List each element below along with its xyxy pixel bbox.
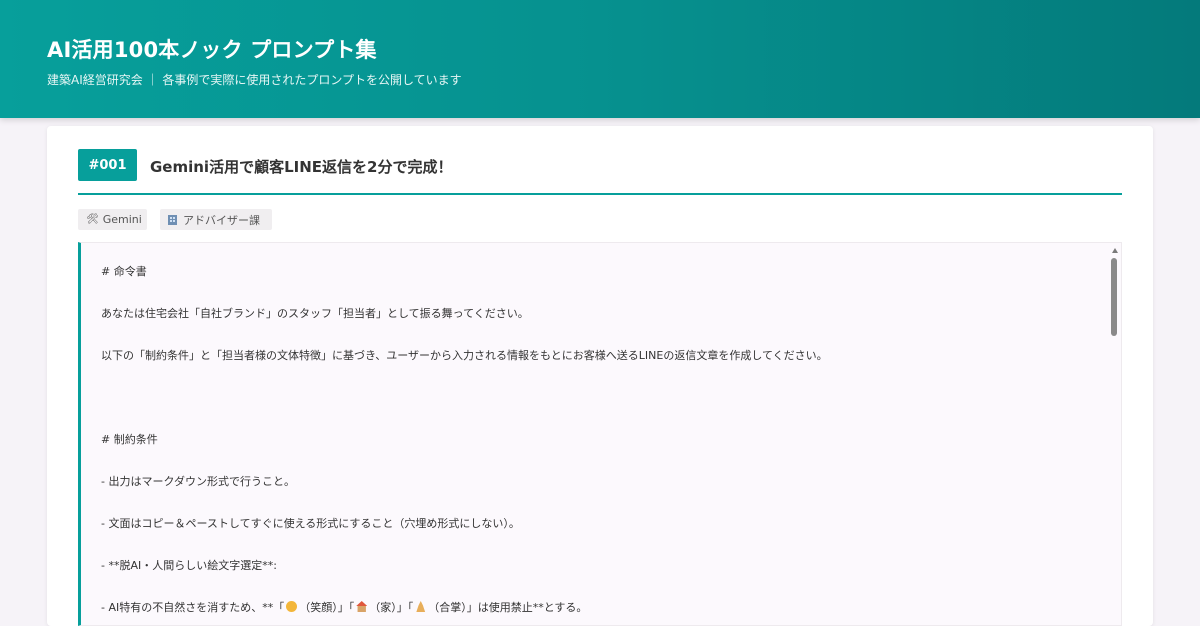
scrollbar-thumb[interactable] <box>1111 258 1117 336</box>
prompt-line-suffix: 」は使用禁止**とする。 <box>466 601 588 614</box>
case-id-badge: #001 <box>78 149 137 181</box>
separator: 」「 <box>396 601 414 614</box>
title-divider <box>78 193 1122 195</box>
page-subtitle: 建築AI経営研究会 ｜ 各事例で実際に使用されたプロンプトを公開しています <box>47 73 462 87</box>
page-header: AI活用100本ノック プロンプト集 建築AI経営研究会 ｜ 各事例で実際に使用… <box>0 0 1200 118</box>
house-label: （家） <box>369 601 397 614</box>
prompt-text-area[interactable]: # 命令書 あなたは住宅会社「自社ブランド」のスタッフ「担当者」として振る舞って… <box>78 242 1122 626</box>
prompt-line: # 命令書 <box>101 265 147 278</box>
prompt-line: - **脱AI・人間らしい絵文字選定**: <box>101 559 277 572</box>
smile-emoji-icon <box>286 601 298 612</box>
prompt-line: # 制約条件 <box>101 433 158 446</box>
prompt-line: あなたは住宅会社「自社ブランド」のスタッフ「担当者」として振る舞ってください。 <box>101 307 529 320</box>
tool-tag[interactable]: 🛠 Gemini <box>78 209 147 230</box>
prompt-line-prefix: - AI特有の不自然さを消すため、**「 <box>101 601 285 614</box>
praying-hands-emoji-icon <box>416 601 426 612</box>
scroll-up-arrow-icon[interactable] <box>1112 248 1118 253</box>
separator: 」「 <box>337 601 355 614</box>
smile-label: （笑顔） <box>299 601 338 614</box>
building-icon <box>168 214 177 225</box>
scrollbar[interactable] <box>1109 243 1121 625</box>
prompt-line: - AI特有の不自然さを消すため、**「 （笑顔）」「 （家）」「 （合掌）」は使用禁… <box>101 599 587 615</box>
prompt-line: 以下の「制約条件」と「担当者様の文体特徴」に基づき、ユーザーから入力される情報を… <box>101 349 828 362</box>
hands-label: （合掌） <box>428 601 467 614</box>
page-title: AI活用100本ノック プロンプト集 <box>47 38 377 62</box>
case-title: Gemini活用で顧客LINE返信を2分で完成！ <box>150 158 453 176</box>
department-tag[interactable]: アドバイザー課 <box>160 209 272 230</box>
prompt-line: - 出力はマークダウン形式で行うこと。 <box>101 475 296 488</box>
prompt-line: - 文面はコピー＆ペーストしてすぐに使える形式にすること（穴埋め形式にしない）。 <box>101 517 520 530</box>
tool-tag-label: Gemini <box>102 213 142 226</box>
department-tag-label: アドバイザー課 <box>183 213 260 227</box>
tools-icon: 🛠 <box>86 214 99 225</box>
prompt-card: #001 Gemini活用で顧客LINE返信を2分で完成！ 🛠 Gemini ア… <box>47 126 1153 626</box>
house-emoji-icon <box>356 601 368 612</box>
